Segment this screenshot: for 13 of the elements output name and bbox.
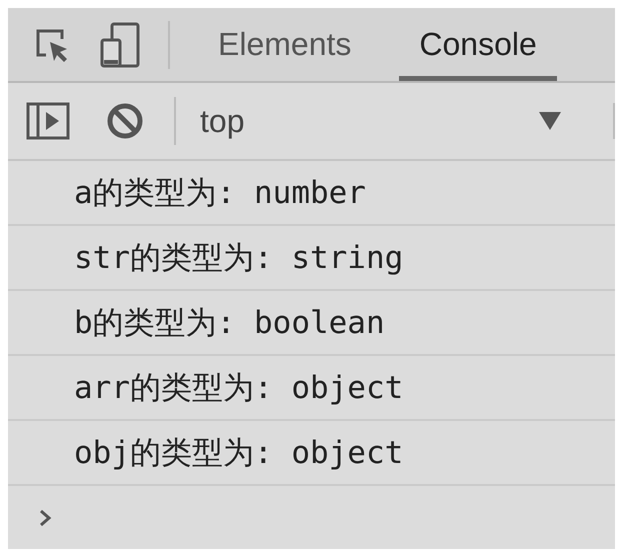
device-toolbar-icon[interactable]: [100, 22, 140, 68]
sidebar-toggle-icon[interactable]: [26, 102, 70, 140]
console-message: a的类型为: number: [8, 161, 615, 226]
clear-console-icon[interactable]: [106, 102, 144, 140]
context-dropdown[interactable]: top: [200, 102, 583, 140]
prompt-chevron-icon[interactable]: [38, 508, 52, 528]
dropdown-caret-icon: [539, 112, 561, 130]
tab[interactable]: Elements: [198, 8, 372, 81]
console-message: arr的类型为: object: [8, 356, 615, 421]
tab[interactable]: Console: [399, 8, 557, 81]
console-message: b的类型为: boolean: [8, 291, 615, 356]
console-message: obj的类型为: object: [8, 421, 615, 486]
console-message: str的类型为: string: [8, 226, 615, 291]
